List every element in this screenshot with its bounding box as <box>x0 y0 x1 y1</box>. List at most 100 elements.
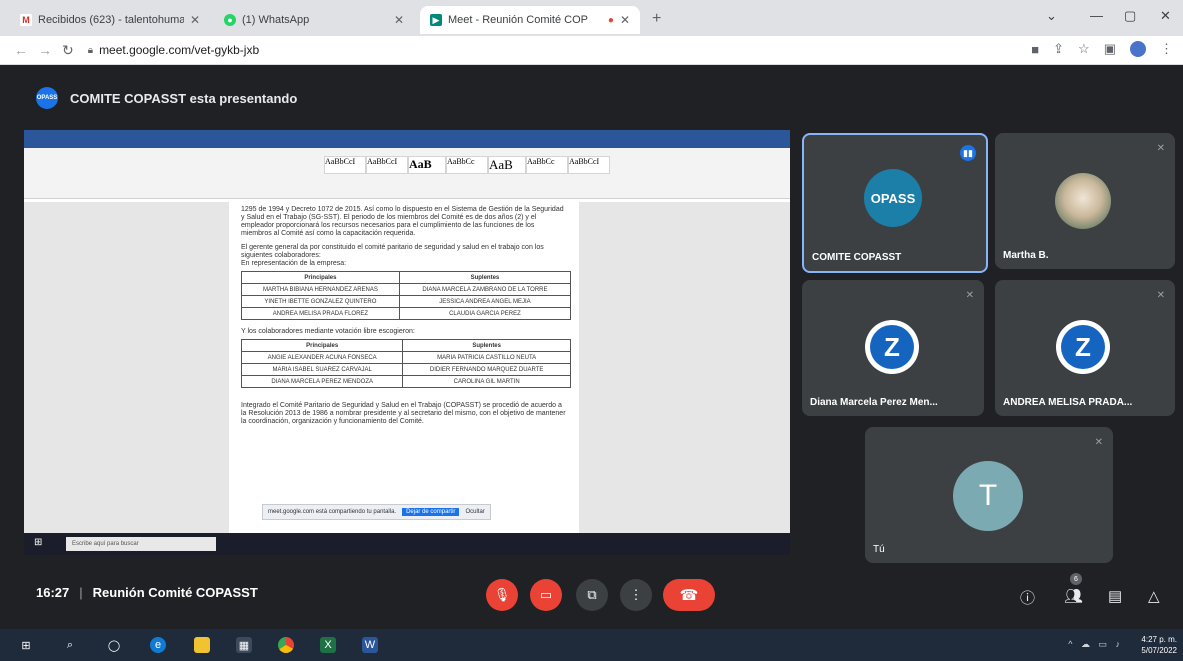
doc-paragraph: Y los colaboradores mediante votación li… <box>241 328 415 335</box>
word-title-bar <box>24 130 790 140</box>
company-logo-icon: Z <box>870 325 914 369</box>
avatar: T <box>953 461 1023 531</box>
store-icon[interactable]: ▦ <box>236 637 252 653</box>
forward-icon[interactable]: → <box>38 42 52 58</box>
close-tab-icon[interactable]: ✕ <box>394 13 404 27</box>
windows-start-icon[interactable]: ⊞ <box>18 637 34 653</box>
back-icon[interactable]: ← <box>14 42 28 58</box>
clock-time: 4:27 p. m. <box>1141 635 1177 644</box>
chat-button[interactable]: ▤ <box>1108 587 1122 605</box>
participant-tile[interactable]: Z ✕ Diana Marcela Perez Men... <box>802 280 984 416</box>
more-options-button[interactable]: ⋮ <box>620 579 652 611</box>
participant-name: Martha B. <box>1003 250 1049 261</box>
word-icon[interactable]: W <box>362 637 378 653</box>
doc-paragraph: En representación de la empresa: <box>241 260 347 267</box>
style-heading2: AaBbCc <box>446 156 488 174</box>
participant-name: Tú <box>873 544 885 555</box>
tab-gmail[interactable]: M Recibidos (623) - talentohumano ✕ <box>10 6 210 34</box>
shared-search-box: Escribe aquí para buscar <box>66 537 216 551</box>
doc-paragraph: 1295 de 1994 y Decreto 1072 de 2015. Así… <box>241 206 564 237</box>
bookmark-star-icon[interactable]: ☆ <box>1078 41 1090 57</box>
maximize-button[interactable]: ▢ <box>1124 8 1136 24</box>
participant-tile[interactable]: ✕ Martha B. <box>995 133 1175 269</box>
edge-icon[interactable]: e <box>150 637 166 653</box>
presenting-banner: OPASS COMITE COPASST esta presentando <box>36 87 297 109</box>
file-explorer-icon[interactable] <box>194 637 210 653</box>
tab-search-icon[interactable]: ⌄ <box>1046 8 1057 24</box>
tab-whatsapp[interactable]: ● (1) WhatsApp ✕ <box>214 6 414 34</box>
presenter-avatar: OPASS <box>36 87 58 109</box>
camera-in-use-icon[interactable]: ■ <box>1031 42 1039 57</box>
table-cell: DIDIER FERNANDO MARQUEZ DUARTE <box>402 363 571 376</box>
table-row: MARTHA BIBIANA HERNANDEZ ARENAS DIANA MA… <box>241 283 572 296</box>
windows-taskbar: ⊞ ⌕ ◯ e ▦ X W ^ ☁ ▭ ♪ 4:27 p. m. 5/07/20… <box>0 629 1183 661</box>
stop-sharing-button[interactable]: Dejar de compartir <box>402 508 460 516</box>
leave-call-button[interactable]: ☎︎ <box>663 579 715 611</box>
table-cell: DIANA MARCELA PEREZ MENDOZA <box>240 375 404 388</box>
table-header: Principales <box>241 271 400 284</box>
table-cell: MARIA ISABEL SUAREZ CARVAJAL <box>240 363 404 376</box>
search-icon[interactable]: ⌕ <box>62 637 78 653</box>
table-cell: JESSICA ANDREA ANGEL MEJIA <box>398 295 572 308</box>
close-tab-icon[interactable]: ✕ <box>190 13 200 27</box>
document-page: 1295 de 1994 y Decreto 1072 de 2015. Así… <box>229 202 579 542</box>
close-window-button[interactable]: ✕ <box>1160 8 1171 24</box>
table-cell: CAROLINA GIL MARTIN <box>402 375 571 388</box>
profile-avatar[interactable] <box>1130 41 1146 57</box>
table-cell: CLAUDIA GARCIA PEREZ <box>398 307 572 320</box>
browser-tabstrip: M Recibidos (623) - talentohumano ✕ ● (1… <box>0 0 1183 36</box>
reload-icon[interactable]: ↻ <box>62 42 74 59</box>
company-logo-icon: Z <box>1061 325 1105 369</box>
url-text: meet.google.com/vet-gykb-jxb <box>99 43 260 57</box>
word-menu-bar <box>24 140 790 148</box>
word-document-area: 1295 de 1994 y Decreto 1072 de 2015. Así… <box>24 202 790 542</box>
speaking-indicator-icon: ▮▮ <box>960 145 976 161</box>
new-tab-button[interactable]: + <box>652 10 661 28</box>
minimize-button[interactable]: — <box>1090 8 1103 23</box>
participant-tile-self[interactable]: T ✕ Tú <box>865 427 1113 563</box>
table-header: Suplentes <box>402 339 571 352</box>
browser-toolbar: ← → ↻ 🔒︎ meet.google.com/vet-gykb-jxb ■ … <box>0 36 1183 65</box>
participant-tile[interactable]: OPASS ▮▮ COMITE COPASST <box>802 133 988 273</box>
table-row: MARIA ISABEL SUAREZ CARVAJAL DIDIER FERN… <box>240 363 571 376</box>
share-icon[interactable]: ⇪ <box>1053 41 1064 57</box>
mic-off-icon: ✕ <box>1156 290 1165 301</box>
system-tray[interactable]: ^ ☁ ▭ ♪ <box>1068 639 1123 650</box>
windows-start-icon: ⊞ <box>34 537 43 548</box>
table-row: ANGIE ALEXANDER ACUNA FONSECA MARIA PATR… <box>240 351 571 364</box>
clock-date: 5/07/2022 <box>1141 646 1177 655</box>
meeting-time: 16:27 <box>36 585 70 600</box>
table-row: DIANA MARCELA PEREZ MENDOZA CAROLINA GIL… <box>240 375 571 388</box>
notification-text: meet.google.com está compartiendo tu pan… <box>268 509 397 515</box>
doc-paragraph: Integrado el Comité Paritario de Segurid… <box>241 402 566 425</box>
table-header: Suplentes <box>398 271 572 284</box>
system-clock[interactable]: 4:27 p. m. 5/07/2022 <box>1141 634 1177 656</box>
table-row: ANDREA MELISA PRADA FLOREZ CLAUDIA GARCI… <box>241 307 572 320</box>
menu-icon[interactable]: ⋮ <box>1160 41 1173 57</box>
table-cell: MARTHA BIBIANA HERNANDEZ ARENAS <box>241 283 400 296</box>
task-view-icon[interactable]: ◯ <box>106 637 122 653</box>
hide-notification-button[interactable]: Ocultar <box>465 509 484 515</box>
meet-window: OPASS COMITE COPASST esta presentando Aa… <box>0 65 1183 629</box>
tab-meet[interactable]: ▶ Meet - Reunión Comité COP ● ✕ <box>420 6 640 34</box>
shared-windows-taskbar: ⊞ Escribe aquí para buscar <box>24 533 790 555</box>
participants-count-badge: 6 <box>1070 573 1082 585</box>
meeting-details-button[interactable]: ⓘ <box>1020 587 1035 608</box>
activities-button[interactable]: △ <box>1148 587 1160 605</box>
avatar: Z <box>865 320 919 374</box>
mic-toggle-button[interactable]: 🎙︎ <box>486 579 518 611</box>
avatar: OPASS <box>864 169 922 227</box>
chrome-icon[interactable] <box>278 637 294 653</box>
present-screen-button[interactable]: ⧉ <box>576 579 608 611</box>
avatar-text: T <box>978 479 998 512</box>
address-bar[interactable]: 🔒︎ meet.google.com/vet-gykb-jxb <box>88 43 259 57</box>
excel-icon[interactable]: X <box>320 637 336 653</box>
present-icon: ⧉ <box>587 587 597 602</box>
participant-tile[interactable]: Z ✕ ANDREA MELISA PRADA... <box>995 280 1175 416</box>
extensions-icon[interactable]: ▣ <box>1104 41 1116 57</box>
close-tab-icon[interactable]: ✕ <box>620 13 630 27</box>
search-placeholder: Escribe aquí para buscar <box>72 541 139 547</box>
people-button[interactable]: 👥︎ <box>1064 587 1083 605</box>
mic-off-icon: ✕ <box>1156 143 1165 154</box>
camera-toggle-button[interactable]: ▭ <box>530 579 562 611</box>
